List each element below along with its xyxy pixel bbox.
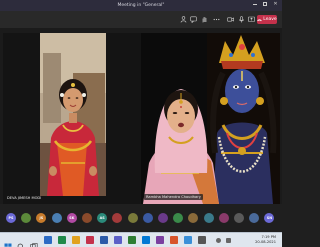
file-explorer-icon[interactable] xyxy=(72,236,80,244)
participant-avatar[interactable] xyxy=(158,213,168,223)
participant-avatar[interactable] xyxy=(142,213,153,223)
participant-avatar[interactable] xyxy=(21,213,32,223)
participant-initials: SK xyxy=(69,216,75,220)
network-icon[interactable] xyxy=(216,238,221,243)
chat-icon[interactable] xyxy=(190,16,197,24)
window-controls: ✕ xyxy=(253,2,278,7)
meeting-stage: DEVA JIMESH MODI Rambha Mahendra Choudha… xyxy=(0,28,282,204)
task-view-icon[interactable] xyxy=(30,236,38,247)
meeting-toolbar: Leave xyxy=(0,11,282,28)
minimize-icon[interactable] xyxy=(253,2,257,5)
chrome-app-icon[interactable] xyxy=(128,236,136,244)
participant-avatar[interactable]: JS xyxy=(36,213,47,223)
participant-avatar[interactable]: SN xyxy=(264,213,275,223)
word-app-icon[interactable] xyxy=(100,236,108,244)
participant-initials: AS xyxy=(99,216,105,220)
participant-avatar[interactable] xyxy=(82,213,92,223)
excel-app-icon[interactable] xyxy=(58,236,66,244)
participant-avatar[interactable] xyxy=(173,213,184,223)
participant-initials: PS xyxy=(8,216,14,220)
participant-avatar[interactable]: AS xyxy=(97,213,108,223)
window-title: Meeting in "General" xyxy=(117,3,165,8)
participant-avatar[interactable] xyxy=(112,213,123,223)
participant-avatar[interactable] xyxy=(127,213,138,223)
edge-app-icon[interactable] xyxy=(142,236,150,244)
participant-avatar[interactable] xyxy=(203,213,214,223)
leave-button[interactable]: Leave xyxy=(257,15,277,24)
phone-hangup-icon xyxy=(257,18,262,21)
taskbar-clock[interactable]: 7:19 PM 20-08-2021 xyxy=(255,235,276,245)
teams-meeting-window: Meeting in "General" ✕ Leave DEVA JIMESH… xyxy=(0,0,282,247)
raise-hand-icon[interactable] xyxy=(201,16,208,23)
participant-strip: PS JS SK AS SN xyxy=(0,204,282,232)
video-frame-woman-krishna xyxy=(141,33,280,204)
participant-avatar[interactable] xyxy=(249,213,260,223)
video-frame-girl xyxy=(3,33,143,204)
participant-initials: JS xyxy=(39,216,44,220)
participant-avatar[interactable]: PS xyxy=(6,213,16,223)
mail-app-icon[interactable] xyxy=(44,236,52,244)
people-icon[interactable] xyxy=(180,16,187,23)
mic-icon[interactable] xyxy=(238,16,245,23)
maximize-icon[interactable] xyxy=(263,2,267,6)
participant-avatar[interactable] xyxy=(234,213,244,223)
participant-video-left[interactable]: DEVA JIMESH MODI xyxy=(3,33,143,204)
search-icon[interactable] xyxy=(17,236,25,247)
settings-app-icon[interactable] xyxy=(198,236,206,244)
participant-avatar[interactable]: SK xyxy=(66,213,77,223)
camera-icon[interactable] xyxy=(227,16,234,23)
media-app-icon[interactable] xyxy=(170,236,178,244)
teams-app-icon[interactable] xyxy=(114,236,122,244)
powerpoint-app-icon[interactable] xyxy=(86,236,94,244)
title-bar: Meeting in "General" ✕ xyxy=(0,0,282,11)
participant-initials: SN xyxy=(266,216,273,220)
more-icon[interactable] xyxy=(213,16,220,23)
participant-avatar[interactable] xyxy=(218,213,229,223)
participant-video-right[interactable]: Rambha Mahendra Choudhary xyxy=(141,33,280,204)
participant-name-right: Rambha Mahendra Choudhary xyxy=(144,194,203,200)
participant-name-left: DEVA JIMESH MODI xyxy=(7,196,42,200)
windows-taskbar: 7:19 PM 20-08-2021 xyxy=(0,232,282,247)
participant-avatar[interactable] xyxy=(51,213,62,223)
windows-start-icon[interactable] xyxy=(4,236,12,247)
volume-icon[interactable] xyxy=(226,238,231,243)
leave-label: Leave xyxy=(263,17,277,22)
share-icon[interactable] xyxy=(248,16,255,23)
onenote-app-icon[interactable] xyxy=(156,236,164,244)
participant-avatar[interactable] xyxy=(188,213,199,223)
taskbar-date: 20-08-2021 xyxy=(255,240,276,244)
zoom-app-icon[interactable] xyxy=(184,236,192,244)
close-icon[interactable]: ✕ xyxy=(273,2,278,7)
